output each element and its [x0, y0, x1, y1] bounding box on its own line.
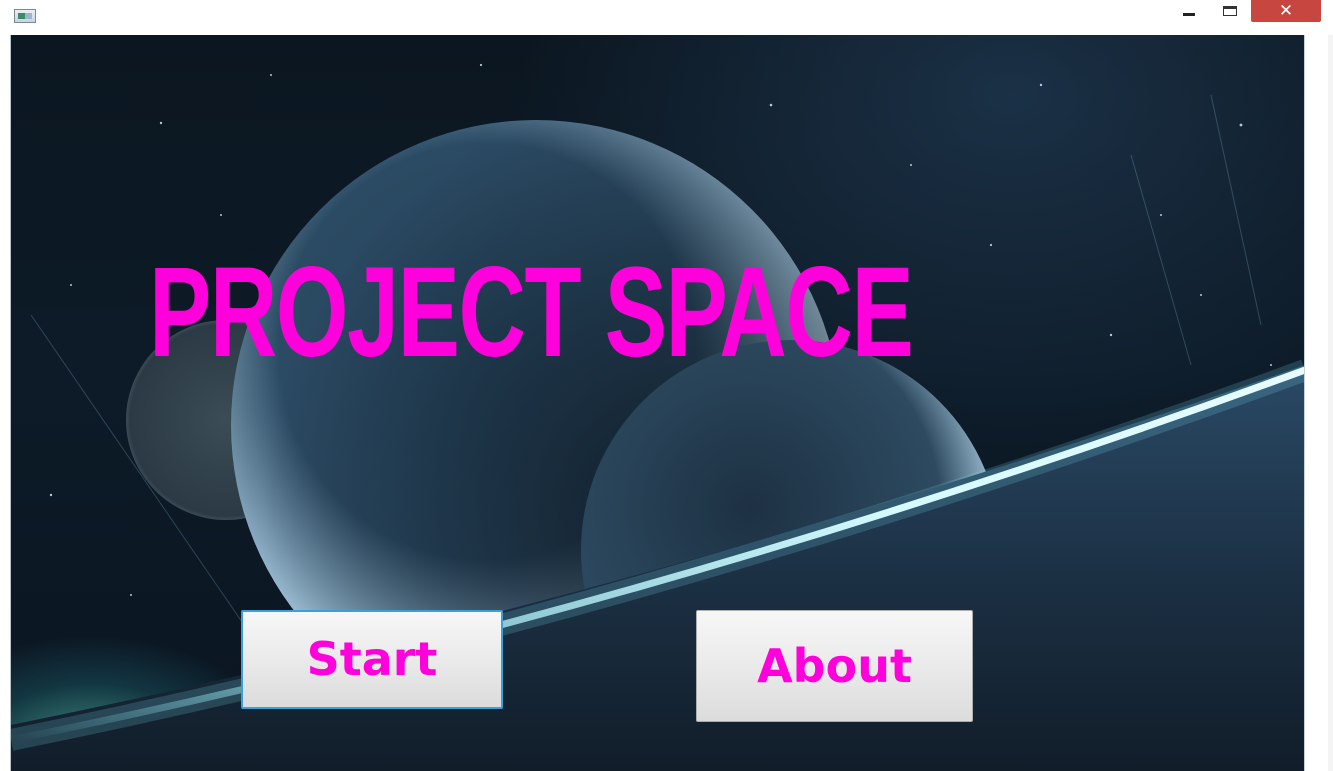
space-planets-image: [11, 63, 1305, 771]
app-window: ✕ PROJECT SPACE Start About: [0, 0, 1333, 771]
about-button[interactable]: About: [696, 610, 973, 722]
maximize-button[interactable]: [1213, 0, 1247, 22]
app-window-icon: [14, 9, 36, 23]
window-divider: [1304, 35, 1305, 771]
minimize-button[interactable]: [1172, 0, 1206, 22]
page-title: PROJECT SPACE: [149, 241, 914, 384]
maximize-icon: [1223, 6, 1237, 16]
scrollbar[interactable]: [1328, 35, 1333, 771]
space-background: PROJECT SPACE Start About: [10, 35, 1305, 771]
title-bar: ✕: [0, 0, 1333, 34]
close-icon: ✕: [1278, 1, 1294, 21]
close-button[interactable]: ✕: [1251, 0, 1321, 22]
minimize-icon: [1183, 13, 1195, 16]
start-button[interactable]: Start: [241, 610, 503, 709]
